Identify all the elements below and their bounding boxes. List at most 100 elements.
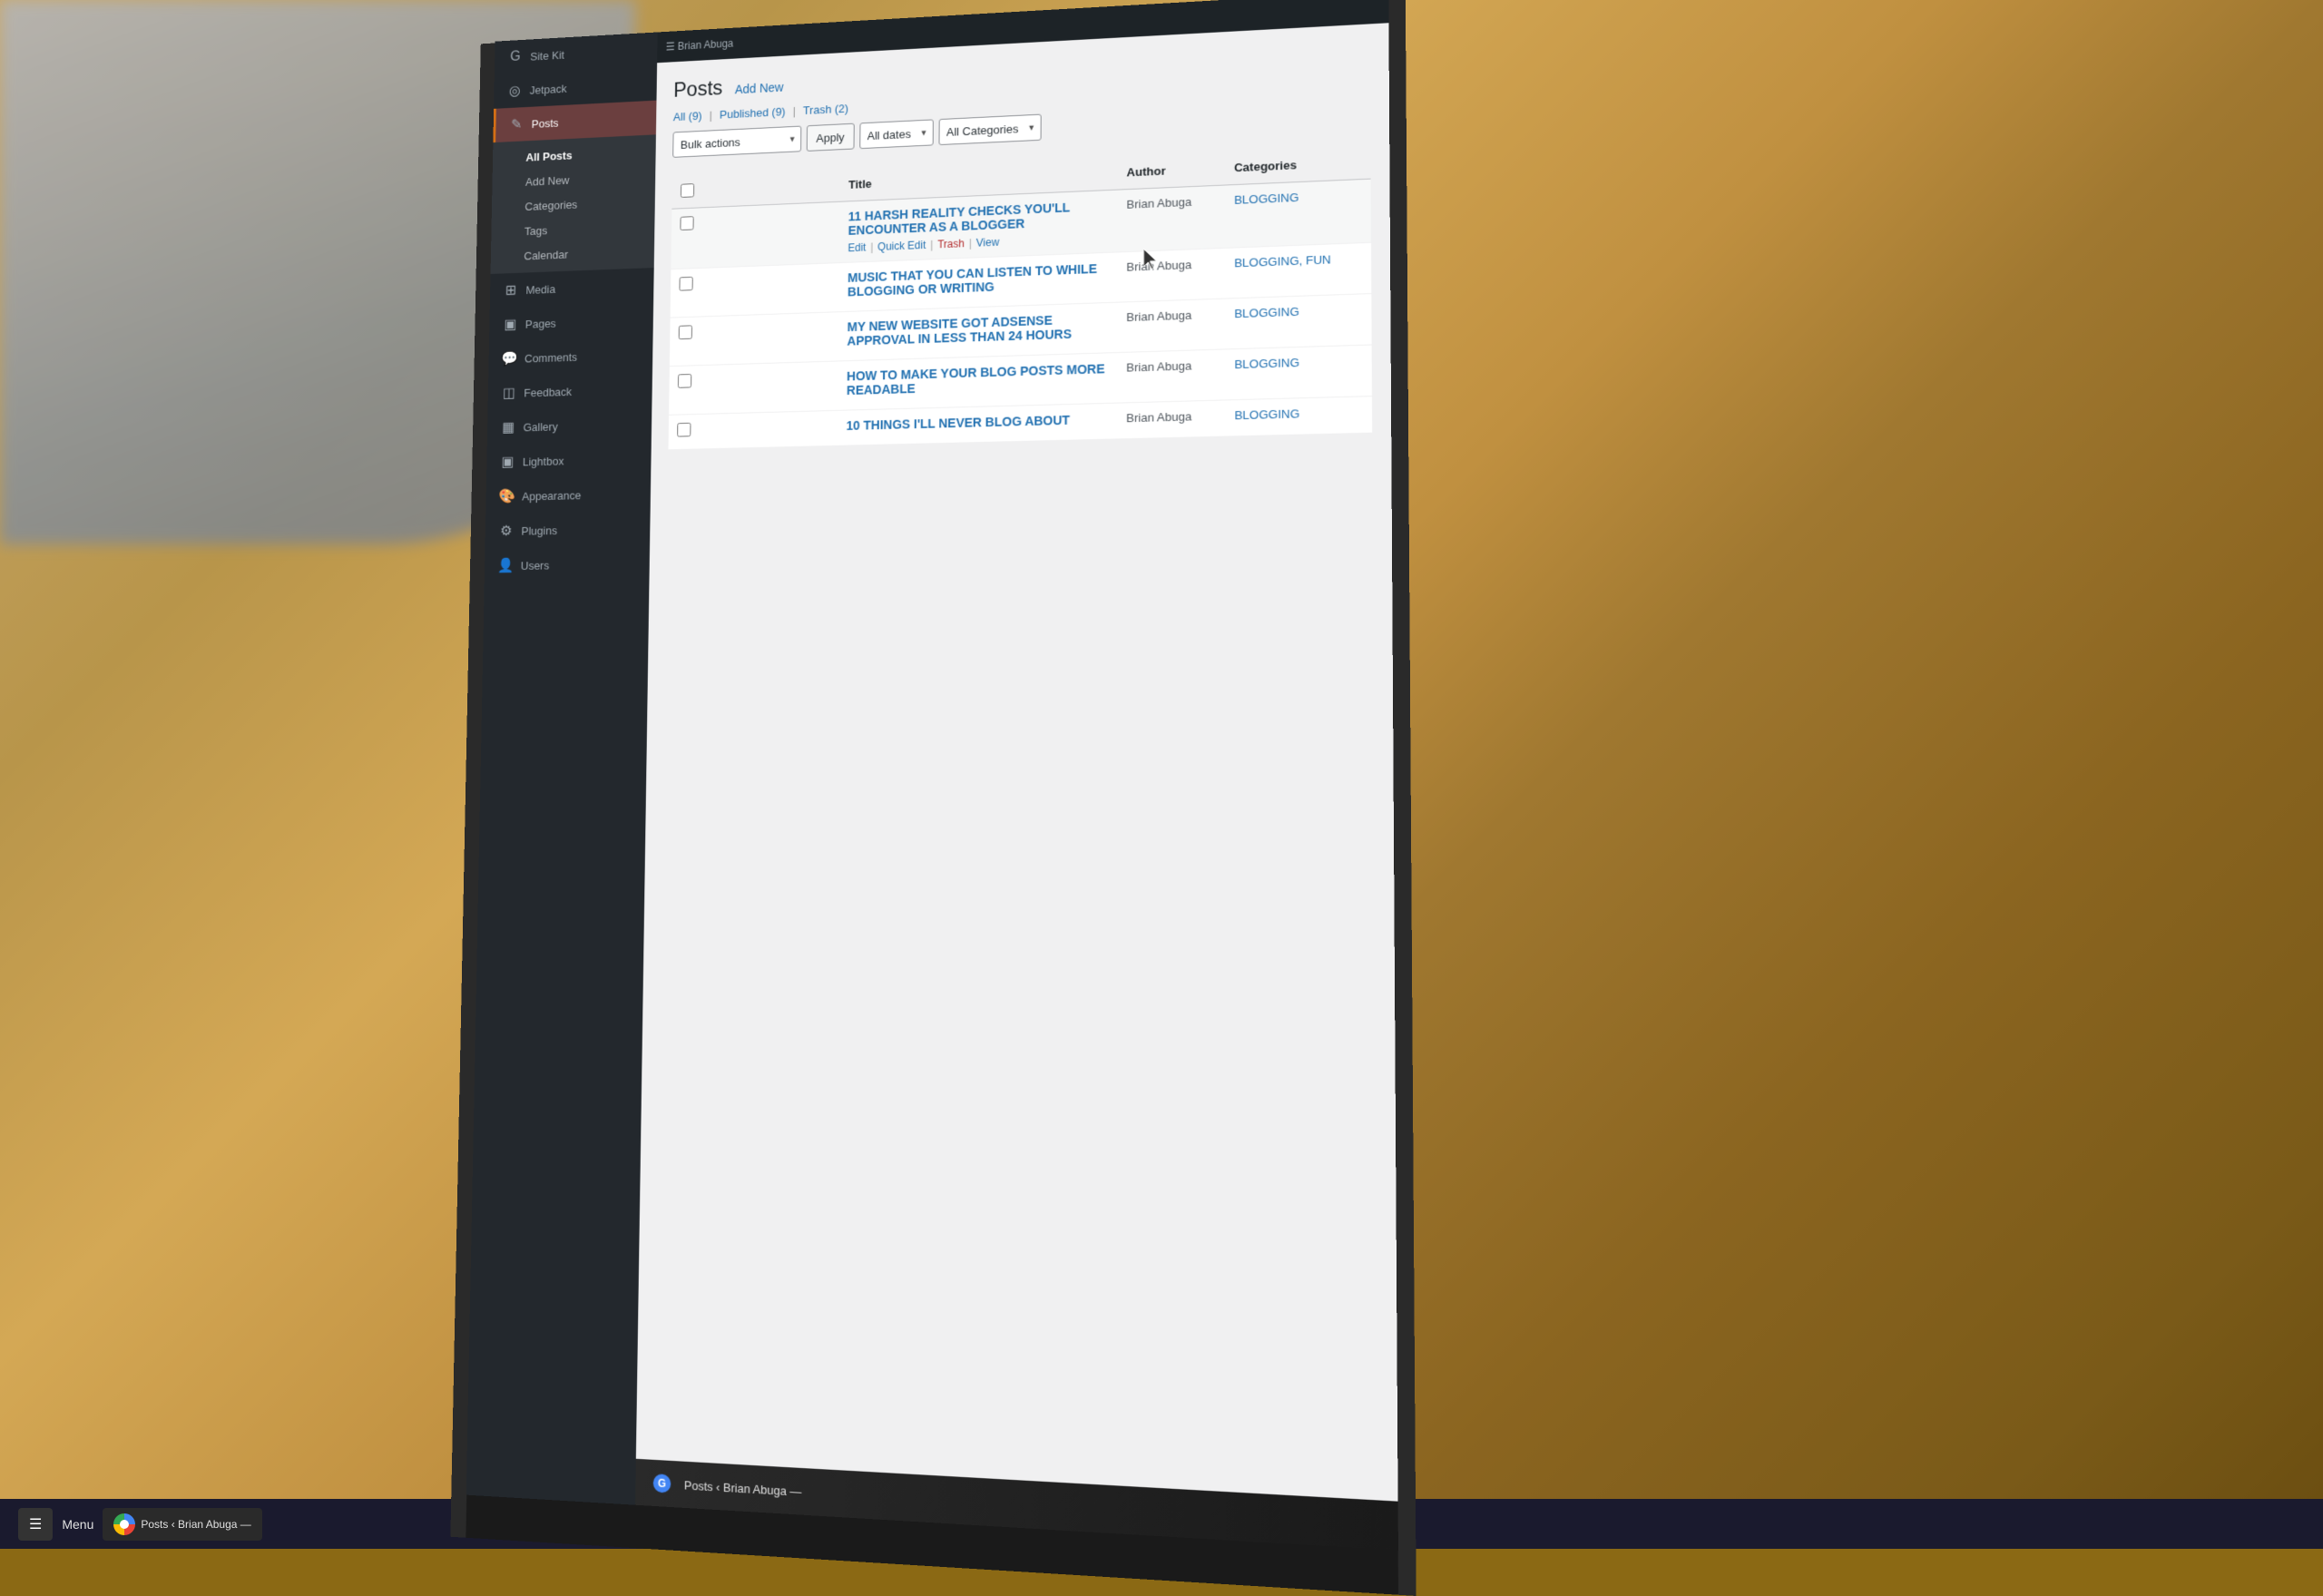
- sidebar-item-pages[interactable]: ▣ Pages: [489, 302, 653, 342]
- row-checkbox-cell: [671, 263, 839, 318]
- lightbox-icon: ▣: [499, 453, 516, 470]
- row-1-edit-link[interactable]: Edit: [848, 241, 866, 254]
- row-3-author: Brian Abuga: [1126, 308, 1191, 324]
- sidebar-item-label: Plugins: [521, 524, 557, 537]
- row-2-category[interactable]: BLOGGING, FUN: [1234, 252, 1331, 269]
- users-icon: 👤: [497, 557, 515, 574]
- sidebar-item-feedback[interactable]: ◫ Feedback: [488, 371, 652, 410]
- site-kit-icon: G: [507, 48, 524, 66]
- row-1-view-link[interactable]: View: [976, 236, 1000, 250]
- bulk-actions-wrapper: Bulk actions Move to Trash: [672, 126, 801, 158]
- pipe-1: |: [870, 241, 873, 254]
- row-5-category[interactable]: BLOGGING: [1234, 406, 1299, 422]
- row-4-category-cell: BLOGGING: [1225, 345, 1372, 400]
- row-4-title-link[interactable]: HOW TO MAKE YOUR BLOG POSTS MORE READABL…: [847, 361, 1108, 397]
- row-1-trash-link[interactable]: Trash: [937, 238, 965, 251]
- row-5-checkbox[interactable]: [677, 423, 691, 437]
- row-checkbox-cell: [669, 361, 838, 415]
- favicon-letter: G: [658, 1476, 666, 1490]
- dates-select[interactable]: All dates: [859, 119, 934, 149]
- apply-button[interactable]: Apply: [807, 123, 855, 152]
- browser-taskbar-title: Posts ‹ Brian Abuga —: [141, 1518, 250, 1531]
- dates-wrapper: All dates: [859, 119, 934, 149]
- filter-published-link[interactable]: Published (9): [720, 105, 786, 122]
- row-3-category-cell: BLOGGING: [1225, 294, 1372, 349]
- pipe-3: |: [969, 237, 972, 250]
- th-author: Author: [1118, 152, 1225, 190]
- row-5-title-link[interactable]: 10 THINGS I'LL NEVER BLOG ABOUT: [846, 412, 1108, 433]
- row-2-category-cell: BLOGGING, FUN: [1225, 242, 1371, 299]
- categories-select[interactable]: All Categories Blogging Fun: [938, 114, 1041, 145]
- row-3-author-cell: Brian Abuga: [1117, 299, 1225, 352]
- sidebar-item-label: Gallery: [524, 419, 558, 433]
- row-2-checkbox[interactable]: [679, 277, 692, 291]
- select-all-checkbox[interactable]: [681, 183, 694, 198]
- posts-icon: ✎: [508, 115, 525, 133]
- row-4-author-cell: Brian Abuga: [1117, 349, 1225, 403]
- row-4-title-cell: HOW TO MAKE YOUR BLOG POSTS MORE READABL…: [838, 353, 1117, 411]
- sidebar-item-label: Lightbox: [523, 454, 564, 467]
- row-5-title-cell: 10 THINGS I'LL NEVER BLOG ABOUT Edit | Q…: [838, 403, 1117, 446]
- chrome-favicon: G: [653, 1474, 671, 1493]
- posts-submenu: All Posts Add New Categories Tags Calend…: [491, 134, 656, 274]
- sidebar-item-plugins[interactable]: ⚙ Plugins: [485, 511, 651, 549]
- sidebar-item-users[interactable]: 👤 Users: [485, 546, 650, 583]
- sidebar-item-comments[interactable]: 💬 Comments: [488, 337, 652, 377]
- row-5-author: Brian Abuga: [1126, 409, 1191, 425]
- sidebar-item-label: Users: [521, 558, 550, 572]
- sidebar-item-label: Jetpack: [530, 82, 567, 96]
- row-4-category[interactable]: BLOGGING: [1234, 356, 1299, 371]
- row-5-category-cell: BLOGGING: [1225, 397, 1372, 436]
- sidebar-item-label: Media: [525, 282, 555, 296]
- chrome-icon: [113, 1513, 135, 1535]
- row-1-checkbox[interactable]: [680, 216, 693, 230]
- comments-icon: 💬: [501, 350, 518, 367]
- jetpack-icon: ◎: [506, 82, 524, 100]
- filter-trash-link[interactable]: Trash (2): [803, 102, 848, 117]
- row-1-title-link[interactable]: 11 HARSH REALITY CHECKS YOU'LL ENCOUNTER…: [848, 199, 1109, 238]
- appearance-icon: 🎨: [498, 487, 515, 504]
- toolbar-site-label: ☰ Brian Abuga: [666, 37, 734, 53]
- row-3-title-link[interactable]: MY NEW WEBSITE GOT ADSENSE APPROVAL IN L…: [847, 311, 1108, 348]
- gallery-icon: ▦: [500, 418, 517, 436]
- start-menu-button[interactable]: ☰: [18, 1508, 53, 1541]
- sidebar-item-lightbox[interactable]: ▣ Lightbox: [486, 441, 652, 479]
- sidebar-item-appearance[interactable]: 🎨 Appearance: [485, 476, 651, 514]
- bulk-actions-select[interactable]: Bulk actions Move to Trash: [672, 126, 801, 158]
- media-icon: ⊞: [503, 281, 520, 299]
- pages-icon: ▣: [502, 316, 519, 333]
- wp-sidebar: G Site Kit ◎ Jetpack ✎ Posts All Posts A…: [466, 32, 658, 1504]
- sidebar-item-label: Site Kit: [530, 48, 564, 63]
- row-1-quick-edit-link[interactable]: Quick Edit: [877, 239, 926, 253]
- row-5-author-cell: Brian Abuga: [1117, 400, 1225, 439]
- sidebar-item-gallery[interactable]: ▦ Gallery: [487, 406, 652, 446]
- row-checkbox-cell: [671, 201, 839, 269]
- feedback-icon: ◫: [500, 384, 517, 401]
- sidebar-item-label: Pages: [525, 317, 556, 330]
- row-3-category[interactable]: BLOGGING: [1234, 305, 1299, 320]
- filter-all-link[interactable]: All (9): [673, 109, 702, 123]
- browser-tab-title: Posts ‹ Brian Abuga —: [684, 1478, 802, 1499]
- row-1-author-cell: Brian Abuga: [1117, 185, 1225, 252]
- taskbar-chrome-item[interactable]: Posts ‹ Brian Abuga —: [103, 1508, 261, 1541]
- separator-2: |: [793, 104, 796, 117]
- row-4-author: Brian Abuga: [1126, 359, 1191, 375]
- pipe-2: |: [930, 239, 933, 251]
- row-3-title-cell: MY NEW WEBSITE GOT ADSENSE APPROVAL IN L…: [838, 302, 1118, 361]
- chrome-center: [120, 1520, 129, 1529]
- row-1-category-cell: BLOGGING: [1225, 179, 1371, 248]
- row-4-checkbox[interactable]: [678, 374, 691, 388]
- row-2-author-cell: Brian Abuga: [1117, 248, 1225, 302]
- sidebar-item-label: Posts: [532, 116, 559, 131]
- screen-content: G Site Kit ◎ Jetpack ✎ Posts All Posts A…: [466, 0, 1398, 1551]
- sidebar-item-media[interactable]: ⊞ Media: [490, 268, 654, 308]
- row-checkbox-cell: [668, 410, 838, 449]
- main-content: ☰ Brian Abuga Posts Add New All (9) | Pu…: [635, 0, 1398, 1551]
- separator-1: |: [710, 109, 712, 122]
- row-3-checkbox[interactable]: [679, 325, 692, 339]
- plugins-icon: ⚙: [498, 522, 515, 539]
- row-1-title-cell: 11 HARSH REALITY CHECKS YOU'LL ENCOUNTER…: [839, 190, 1118, 263]
- row-2-title-link[interactable]: MUSIC THAT YOU CAN LISTEN TO WHILE BLOGG…: [848, 261, 1108, 299]
- row-2-author: Brian Abuga: [1126, 258, 1191, 273]
- row-1-category[interactable]: BLOGGING: [1234, 191, 1299, 207]
